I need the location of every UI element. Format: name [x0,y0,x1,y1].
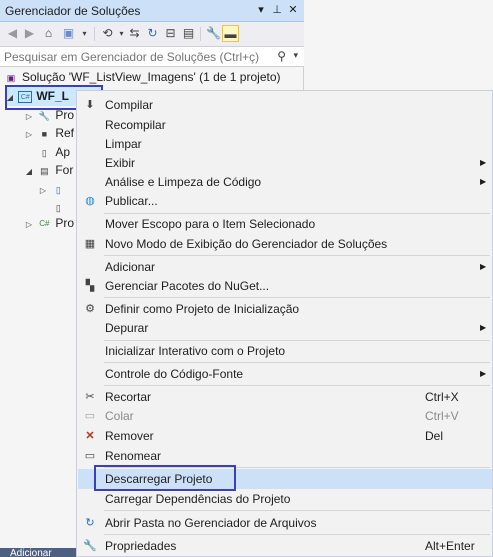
resx-file-icon: ▯ [55,202,61,213]
menu-separator [104,385,490,386]
build-icon: ⬇ [85,99,95,111]
collapse-arrow-icon[interactable]: ◢ [24,162,34,181]
annotation-highlight-descarregar [94,465,236,491]
panel-toolbar: ◀ ▶ ⌂ ▣ ▾ ⟲ ▾ ⇆ ↻ ⊟ ▤ 🔧 ▬ [0,22,304,46]
menu-separator [104,255,490,256]
tree-node-label: Pro [55,216,75,230]
globe-icon: ◍ [85,195,95,207]
menu-item-definir-inicializacao[interactable]: ⚙ Definir como Projeto de Inicialização [78,299,492,319]
tree-node-label: Ap [55,145,71,159]
shortcut-text: Del [425,429,444,443]
menu-item-controle-codigo-fonte[interactable]: Controle do Código-Fonte ▶ [78,364,492,384]
menu-item-abrir-pasta[interactable]: ↻ Abrir Pasta no Gerenciador de Arquivos [78,513,492,533]
collapse-all-icon[interactable]: ⊟ [162,25,179,42]
menu-item-renomear[interactable]: ▭ Renomear [78,446,492,466]
menu-item-exibir[interactable]: Exibir ▶ [78,153,492,173]
search-options-icon[interactable]: ▾ [293,50,298,61]
submenu-arrow-icon: ▶ [480,369,487,378]
tree-node-label: For [55,163,74,177]
tree-node-form[interactable]: ◢ ▤ For [24,161,73,180]
menu-item-gerenciar-nuget[interactable]: ▚ Gerenciar Pacotes do NuGet... [78,276,492,296]
tree-node-program[interactable]: ▷ C# Pro [24,214,74,233]
switch-views-dropdown-icon[interactable]: ▾ [76,25,93,42]
menu-item-novo-modo-exibicao[interactable]: ▦ Novo Modo de Exibição do Gerenciador d… [78,234,492,254]
remove-icon: ✕ [85,430,95,442]
menu-separator [104,297,490,298]
new-view-icon: ▦ [84,238,96,250]
rename-icon: ▭ [84,450,96,462]
scissors-icon: ✂ [85,391,95,403]
search-box[interactable]: ⚲ ▾ [0,46,304,67]
shortcut-text: Ctrl+V [425,409,459,423]
menu-item-compilar[interactable]: ⬇ Compilar [78,95,492,115]
tree-node-label: Ref [55,126,75,140]
cs-file-icon: ▯ [55,184,61,195]
refresh-icon[interactable]: ↻ [144,25,161,42]
menu-item-mover-escopo[interactable]: Mover Escopo para o Item Selecionado [78,214,492,234]
solution-icon: ▣ [6,72,16,83]
tree-node-form-child[interactable]: ▷ ▯ [38,180,69,199]
gear-icon: ⚙ [85,303,95,315]
menu-item-publicar[interactable]: ◍ Publicar... [78,191,492,211]
menu-item-analise-limpeza[interactable]: Análise e Limpeza de Código ▶ [78,172,492,192]
panel-titlebar: Gerenciador de Soluções ▾ ⊥ ✕ [0,0,304,22]
submenu-arrow-icon: ▶ [480,262,487,271]
toolbar-separator [94,27,95,41]
switch-views-icon[interactable]: ▣ [60,25,77,42]
expand-arrow-icon[interactable]: ▷ [24,215,34,234]
submenu-arrow-icon: ▶ [480,323,487,332]
references-icon: ■ [41,128,48,139]
submenu-arrow-icon: ▶ [480,158,487,167]
shortcut-text: Ctrl+X [425,390,459,404]
menu-item-inicializar-interativo[interactable]: Inicializar Interativo com o Projeto [78,341,492,361]
csharp-file-icon: C# [39,218,50,228]
folder-refresh-icon: ↻ [85,517,95,529]
shortcut-text: Alt+Enter [425,539,475,553]
back-icon[interactable]: ◀ [4,25,21,42]
wrench-icon: 🔧 [38,110,50,121]
properties-wrench-icon[interactable]: 🔧 [205,25,222,42]
menu-item-recompilar[interactable]: Recompilar [78,115,492,135]
menu-item-adicionar[interactable]: Adicionar ▶ [78,257,492,277]
menu-item-recortar[interactable]: ✂ Recortar Ctrl+X [78,387,492,407]
tree-node-references[interactable]: ▷ ■ Ref [24,124,74,143]
search-icon[interactable]: ⚲ [277,49,286,63]
menu-item-limpar[interactable]: Limpar [78,134,492,154]
config-file-icon: ▯ [41,147,47,158]
nuget-icon: ▚ [85,280,95,292]
preview-selected-icon[interactable]: ▬ [222,25,239,42]
menu-item-remover[interactable]: ✕ Remover Del [78,426,492,446]
submenu-arrow-icon: ▶ [480,177,487,186]
tree-node-appconfig[interactable]: ▯ Ap [24,143,70,162]
sync-icon[interactable]: ⇆ [126,25,143,42]
wrench-icon: 🔧 [83,540,97,552]
tree-node-label: Pro [55,108,75,122]
expand-arrow-icon[interactable]: ▷ [24,125,34,144]
menu-item-colar[interactable]: ▭ Colar Ctrl+V [78,406,492,426]
toolbar-separator [200,27,201,41]
context-menu: ⬇ Compilar Recompilar Limpar Exibir ▶ An… [76,90,493,557]
home-icon[interactable]: ⌂ [40,25,57,42]
forward-icon[interactable]: ▶ [21,25,38,42]
paste-icon: ▭ [84,410,96,422]
panel-title: Gerenciador de Soluções [5,4,141,18]
menu-item-propriedades[interactable]: 🔧 Propriedades Alt+Enter [78,536,492,556]
menu-separator [104,534,490,535]
search-input[interactable] [4,49,272,65]
form-icon: ▤ [40,165,49,176]
menu-item-carregar-dependencias[interactable]: Carregar Dependências do Projeto [78,489,492,509]
menu-separator [104,362,490,363]
menu-separator [104,510,490,511]
tree-node-label: Solução 'WF_ListView_Imagens' (1 de 1 pr… [22,70,281,84]
pin-icon[interactable]: ⊥ [270,3,284,17]
close-icon[interactable]: ✕ [286,3,300,17]
dropdown-icon[interactable]: ▾ [254,3,268,17]
menu-item-depurar[interactable]: Depurar ▶ [78,318,492,338]
show-all-files-icon[interactable]: ▤ [180,25,197,42]
bottom-tab[interactable]: Adicionar [0,548,76,557]
